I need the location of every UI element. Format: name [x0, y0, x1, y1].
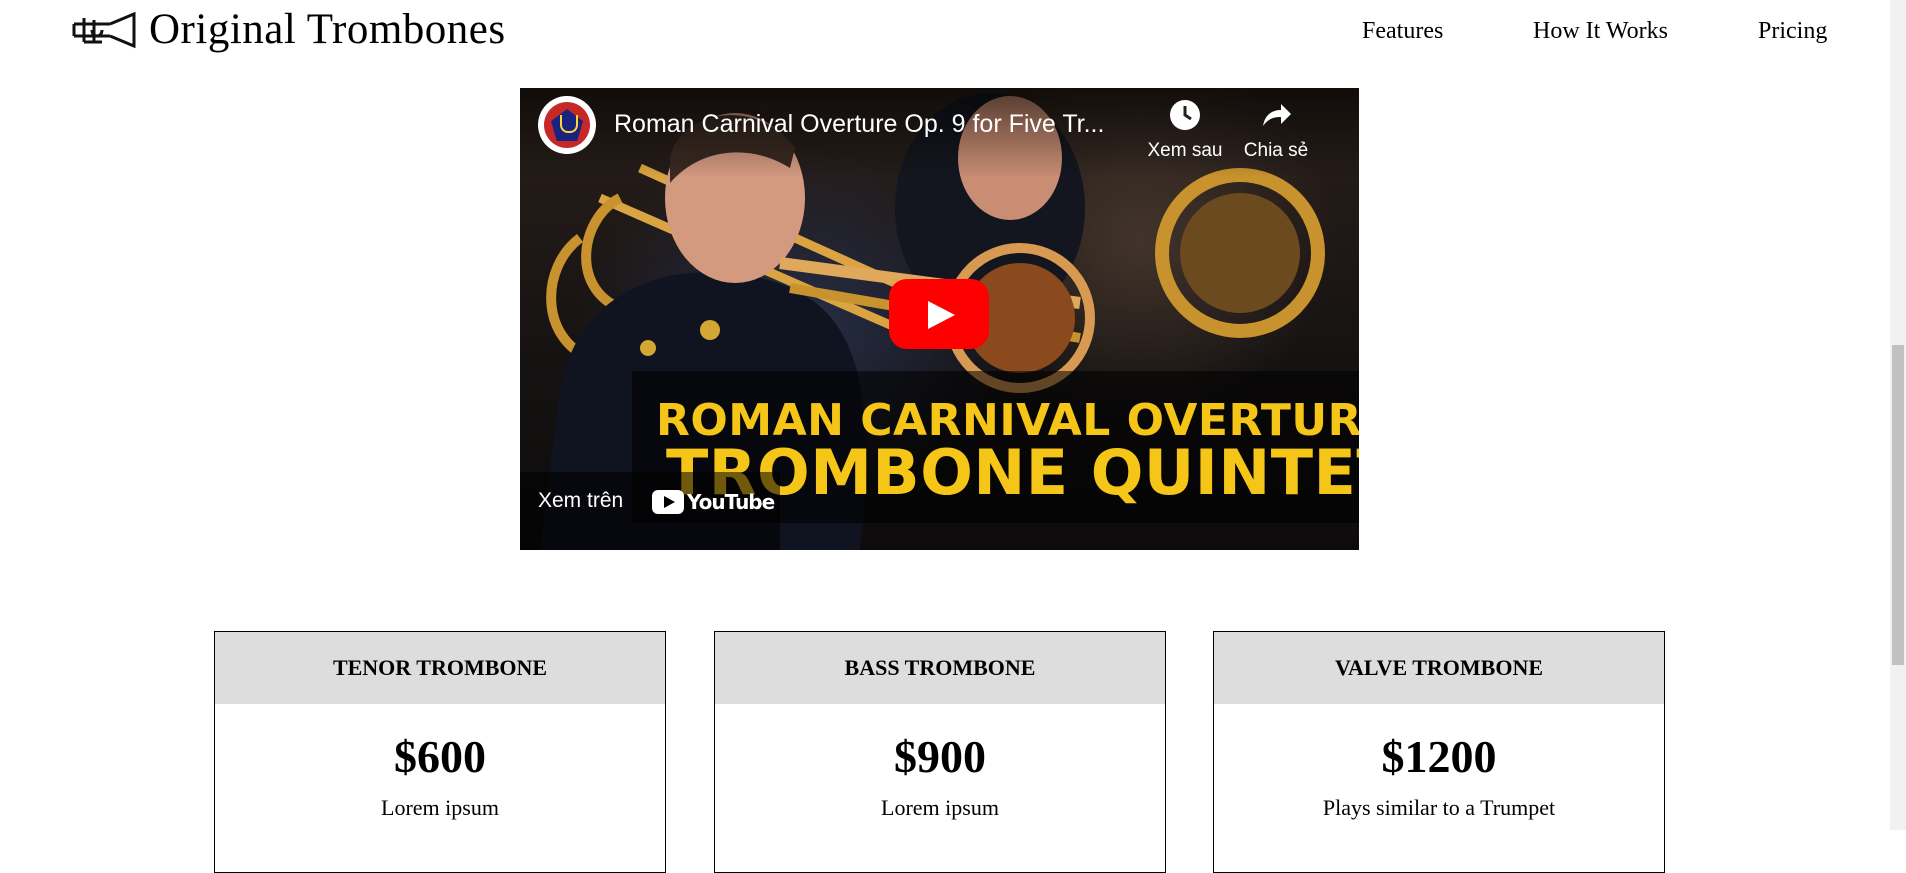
nav-pricing[interactable]: Pricing: [1758, 18, 1827, 45]
scrollbar-thumb[interactable]: [1892, 345, 1904, 665]
pricing-card-title: BASS TROMBONE: [715, 632, 1165, 704]
clock-icon: [1170, 100, 1200, 130]
vertical-scrollbar[interactable]: [1890, 0, 1906, 830]
pricing-card-description: Lorem ipsum: [881, 795, 999, 820]
youtube-wordmark: YouTube: [687, 490, 775, 514]
pricing-card-title: VALVE TROMBONE: [1214, 632, 1664, 704]
share-icon: [1263, 104, 1291, 126]
pricing-card-price: $1200: [1381, 731, 1497, 782]
watch-later-label: Xem sau: [1147, 140, 1223, 161]
pricing-card-tenor: TENOR TROMBONE $600 Lorem ipsum: [214, 631, 666, 873]
nav-how-it-works[interactable]: How It Works: [1533, 18, 1668, 45]
share-label: Chia sẻ: [1243, 140, 1309, 161]
brand-name: Original Trombones: [149, 6, 506, 53]
pricing-card-title: TENOR TROMBONE: [215, 632, 665, 704]
pricing-card-bass: BASS TROMBONE $900 Lorem ipsum: [714, 631, 1166, 873]
play-icon: [928, 301, 955, 329]
pricing-card-description: Lorem ipsum: [381, 795, 499, 820]
nav-features[interactable]: Features: [1362, 18, 1443, 45]
watch-on-label: Xem trên: [538, 489, 624, 512]
pricing-card-description: Plays similar to a Trumpet: [1322, 795, 1556, 820]
pricing-card-valve: VALVE TROMBONE $1200 Plays similar to a …: [1213, 631, 1665, 873]
pricing-card-price: $900: [894, 731, 986, 782]
watch-later-button[interactable]: Xem sau: [1140, 98, 1230, 162]
youtube-play-icon: [652, 490, 684, 514]
youtube-logo: YouTube: [652, 490, 775, 514]
trombone-logo-icon: [72, 11, 136, 49]
channel-avatar[interactable]: [538, 96, 596, 154]
watch-on-youtube-link[interactable]: Xem trên YouTube: [520, 472, 780, 550]
logo[interactable]: Original Trombones: [70, 6, 506, 53]
share-button[interactable]: Chia sẻ: [1231, 98, 1321, 162]
lyre-icon: [560, 115, 578, 133]
site-header: Original Trombones Features How It Works…: [0, 0, 1890, 64]
pricing-card-price: $600: [394, 731, 486, 782]
video-title[interactable]: Roman Carnival Overture Op. 9 for Five T…: [614, 110, 1104, 139]
youtube-video-embed[interactable]: Roman Carnival Overture Op. 9 for Five T…: [520, 88, 1359, 550]
play-button[interactable]: [889, 279, 989, 349]
